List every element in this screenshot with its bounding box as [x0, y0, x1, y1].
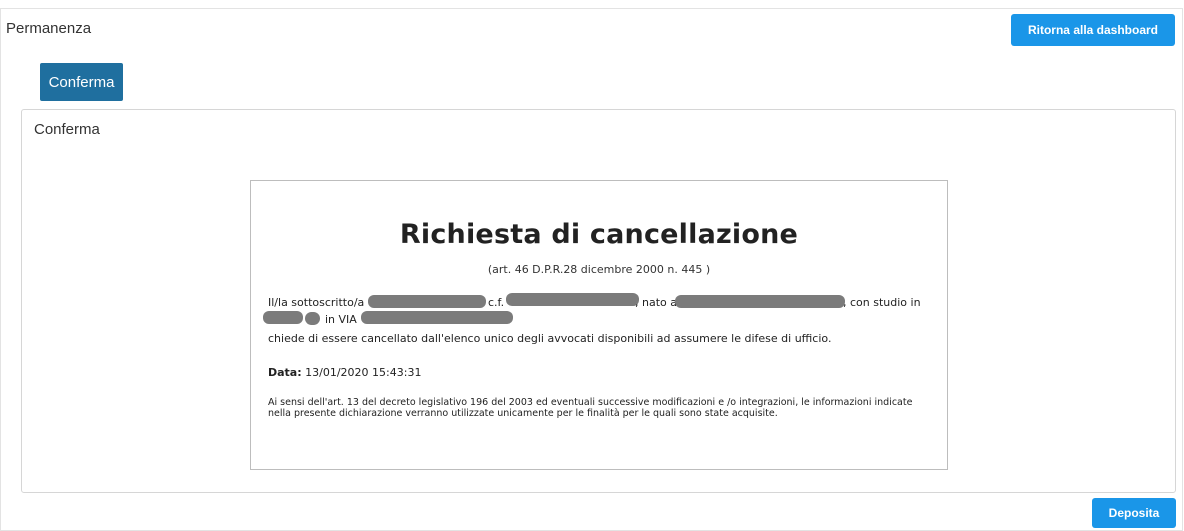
privacy-note: Ai sensi dell'art. 13 del decreto legisl…	[268, 397, 913, 419]
via-label: in VIA	[325, 313, 357, 326]
redacted-birthplace	[675, 295, 845, 308]
birthplace-label: , nato a	[635, 296, 677, 309]
tab-conferma[interactable]: Conferma	[40, 63, 123, 101]
date-value: 13/01/2020 15:43:31	[305, 366, 422, 379]
confirm-panel: Conferma Richiesta di cancellazione (art…	[21, 109, 1176, 493]
request-text: chiede di essere cancellato dall'elenco …	[268, 332, 832, 345]
redacted-city	[263, 311, 303, 324]
date-label: Data:	[268, 366, 302, 379]
document-title: Richiesta di cancellazione	[399, 219, 799, 250]
document-subtitle: (art. 46 D.P.R.28 dicembre 2000 n. 445 )	[487, 263, 711, 276]
cf-label: c.f.	[488, 296, 505, 309]
studio-label: , con studio in	[843, 296, 921, 309]
return-to-dashboard-button[interactable]: Ritorna alla dashboard	[1011, 14, 1175, 46]
deposit-button[interactable]: Deposita	[1092, 498, 1176, 528]
document-preview: Richiesta di cancellazione (art. 46 D.P.…	[250, 180, 948, 470]
date-line: Data: 13/01/2020 15:43:31	[268, 366, 421, 379]
redacted-name	[368, 295, 486, 308]
declarant-prefix: Il/la sottoscritto/a	[268, 296, 365, 309]
page-title: Permanenza	[6, 20, 92, 37]
redacted-cf	[506, 293, 639, 306]
redacted-province	[305, 312, 320, 325]
panel-title: Conferma	[34, 121, 100, 138]
redacted-address	[361, 311, 513, 324]
